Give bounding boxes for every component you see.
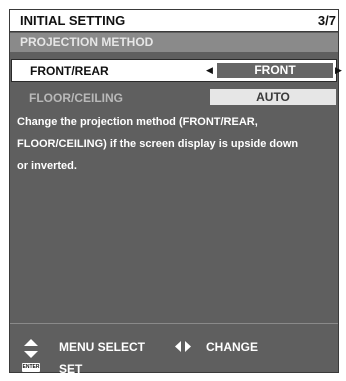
section-title: PROJECTION METHOD — [20, 35, 154, 49]
front-rear-label: FRONT/REAR — [30, 64, 109, 78]
front-rear-value[interactable]: FRONT — [217, 63, 333, 78]
set-label: SET — [59, 362, 83, 376]
left-arrow-icon[interactable]: ◀ — [206, 65, 213, 76]
leftright-arrows-icon — [175, 341, 191, 352]
change-label: CHANGE — [206, 340, 259, 354]
initial-setting-panel: INITIAL SETTING 3/7 PROJECTION METHOD FR… — [9, 9, 342, 376]
footer-divider — [10, 323, 338, 324]
description-text: Change the projection method (FRONT/REAR… — [17, 116, 332, 186]
page-indicator: 3/7 — [317, 13, 336, 28]
title-bar: INITIAL SETTING 3/7 — [10, 10, 338, 32]
right-arrow-icon[interactable]: ▶ — [335, 65, 342, 76]
floor-ceiling-value[interactable]: AUTO — [210, 89, 336, 105]
description-line: Change the projection method (FRONT/REAR… — [17, 116, 258, 128]
floor-ceiling-label: FLOOR/CEILING — [29, 91, 123, 105]
front-rear-row[interactable]: FRONT/REAR ◀ FRONT ▶ — [11, 59, 342, 82]
description-line: FLOOR/CEILING) if the screen display is … — [17, 138, 299, 150]
page-title: INITIAL SETTING — [20, 13, 126, 28]
section-header: PROJECTION METHOD — [10, 33, 338, 52]
menu-select-label: MENU SELECT — [59, 340, 146, 354]
description-line: or inverted. — [17, 160, 77, 172]
updown-arrows-icon — [24, 339, 38, 358]
floor-ceiling-row[interactable]: FLOOR/CEILING AUTO — [11, 88, 337, 108]
enter-key-icon: ENTER — [22, 363, 40, 372]
